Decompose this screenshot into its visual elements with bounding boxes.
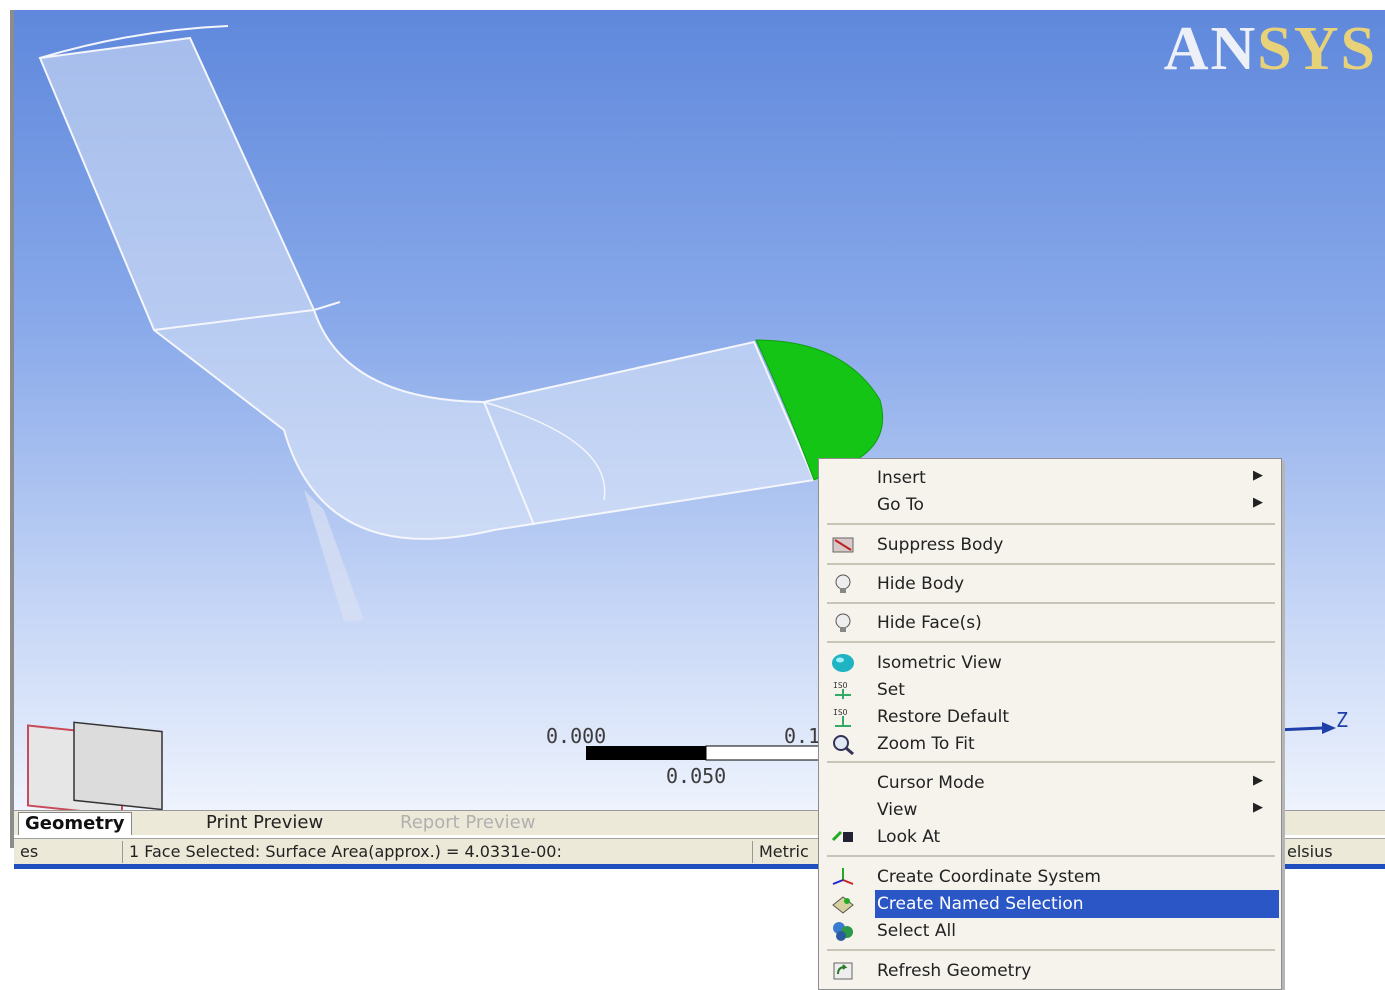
menu-item-cursor-mode[interactable]: Cursor Mode ▶: [819, 769, 1281, 797]
pipe-body[interactable]: [38, 36, 816, 540]
iso-set-icon: ISO: [833, 681, 851, 699]
iso-restore-icon: ISO: [833, 708, 851, 727]
look-at-icon: [831, 830, 853, 842]
zoom-fit-icon: [833, 735, 854, 755]
submenu-arrow-icon: ▶: [1253, 468, 1263, 483]
lightbulb-icon: [835, 613, 851, 632]
submenu-arrow-icon: ▶: [1253, 495, 1263, 510]
menu-item-look-at[interactable]: Look At: [819, 823, 1281, 851]
menu-separator: [827, 761, 1275, 763]
menu-item-restore-default[interactable]: ISO Restore Default: [819, 703, 1281, 731]
menu-separator: [827, 602, 1275, 604]
tab-geometry[interactable]: Geometry: [18, 812, 132, 835]
submenu-arrow-icon: ▶: [1253, 773, 1263, 788]
menu-item-isometric-view[interactable]: Isometric View: [819, 649, 1281, 677]
status-units: Metric: [752, 841, 819, 863]
scale-label-right: 0.1: [784, 724, 821, 748]
context-menu: Insert ▶ Go To ▶ Suppress Body Hide Body H…: [818, 458, 1282, 990]
menu-item-select-all[interactable]: Select All: [819, 917, 1281, 945]
refresh-icon: [833, 962, 853, 980]
menu-separator: [827, 523, 1275, 525]
menu-item-hide-faces[interactable]: Hide Face(s): [819, 609, 1281, 637]
coordinate-system-icon: [832, 868, 854, 885]
named-selection-icon: [832, 896, 854, 914]
status-left: es: [20, 842, 39, 861]
menu-item-insert[interactable]: Insert ▶: [819, 464, 1281, 492]
svg-text:ISO: ISO: [833, 708, 848, 717]
scale-label-mid: 0.050: [666, 764, 727, 788]
menu-item-hide-body[interactable]: Hide Body: [819, 570, 1281, 598]
menu-item-create-coordinate-system[interactable]: Create Coordinate System: [819, 863, 1281, 891]
lightbulb-icon: [835, 574, 851, 593]
z-axis-label: Z: [1336, 708, 1349, 732]
menu-item-zoom-to-fit[interactable]: Zoom To Fit: [819, 730, 1281, 758]
svg-text:ISO: ISO: [833, 681, 848, 690]
sphere-icon: [832, 654, 854, 672]
menu-item-create-named-selection[interactable]: Create Named Selection: [875, 890, 1279, 918]
menu-item-suppress-body[interactable]: Suppress Body: [819, 531, 1281, 559]
tab-report-preview[interactable]: Report Preview: [394, 812, 541, 834]
select-all-icon: [833, 922, 853, 941]
menu-item-set[interactable]: ISO Set: [819, 676, 1281, 704]
tab-print-preview[interactable]: Print Preview: [200, 812, 329, 834]
scale-label-left: 0.000: [546, 724, 607, 748]
menu-separator: [827, 641, 1275, 643]
status-selection: 1 Face Selected: Surface Area(approx.) =…: [122, 841, 745, 863]
suppress-body-icon: [832, 537, 854, 553]
submenu-arrow-icon: ▶: [1253, 800, 1263, 815]
ansys-logo: ANSYS: [1163, 15, 1377, 83]
menu-separator: [827, 949, 1275, 951]
z-axis-arrow: [1275, 726, 1323, 732]
scale-bar-dark: [586, 746, 706, 760]
triad-pane-back: [73, 721, 163, 810]
menu-item-refresh-geometry[interactable]: Refresh Geometry: [819, 957, 1281, 985]
menu-item-go-to[interactable]: Go To ▶: [819, 491, 1281, 519]
menu-separator: [827, 563, 1275, 565]
scale-bar-light: [705, 745, 825, 761]
status-temperature: elsius: [1280, 841, 1377, 863]
menu-separator: [827, 855, 1275, 857]
menu-item-view[interactable]: View ▶: [819, 796, 1281, 824]
